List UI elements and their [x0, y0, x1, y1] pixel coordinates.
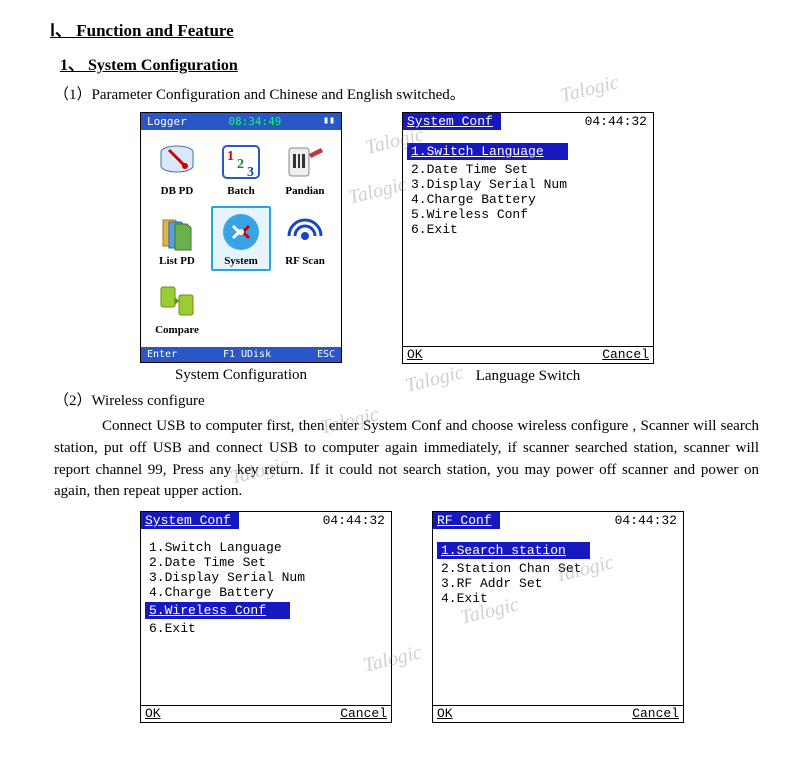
- para-wireless-configure: （2）Wireless configure: [54, 389, 763, 410]
- svg-text:3: 3: [247, 165, 254, 180]
- menu-clock: 04:44:32: [500, 512, 683, 529]
- menu-footer: OK Cancel: [403, 346, 653, 363]
- icon-grid: DB PD 123 Batch Pandian List PD System RF Scan…: [141, 130, 341, 347]
- text: Connect USB to computer first, then ente…: [54, 418, 759, 499]
- menu-item[interactable]: 4.Exit: [437, 590, 492, 607]
- app-label: RF Scan: [285, 256, 325, 268]
- list-pd-icon: [155, 210, 199, 254]
- heading-system-configuration: 1、 System Configuration: [60, 51, 763, 75]
- menu-item[interactable]: 1.Switch Language: [407, 143, 568, 160]
- menu-body: 1.Switch Language2.Date Time Set3.Displa…: [141, 530, 391, 705]
- app-pandian[interactable]: Pandian: [275, 136, 335, 202]
- menu-item[interactable]: 4.Charge Battery: [145, 584, 278, 601]
- menu-item[interactable]: 6.Exit: [145, 620, 200, 637]
- menu-title: RF Conf: [433, 512, 500, 529]
- app-label: Pandian: [285, 186, 324, 198]
- menu-header: System Conf 04:44:32: [141, 512, 391, 530]
- app-compare[interactable]: Compare: [147, 275, 207, 341]
- para-parameter-config: （1）Parameter Configuration and Chinese a…: [54, 83, 763, 104]
- menu-title: System Conf: [403, 113, 501, 130]
- menu-clock: 04:44:32: [239, 512, 391, 529]
- app-system[interactable]: System: [211, 206, 271, 272]
- signal-icon: ▮▮: [323, 115, 335, 128]
- pandian-icon: [283, 140, 327, 184]
- app-label: Compare: [155, 325, 199, 337]
- softkey-esc[interactable]: ESC: [317, 349, 335, 360]
- menu-system-conf-lang: System Conf 04:44:32 1.Switch Language2.…: [402, 112, 654, 364]
- caption-system-configuration: System Configuration: [140, 367, 342, 384]
- app-label: DB PD: [161, 186, 194, 198]
- menu-clock: 04:44:32: [501, 113, 653, 130]
- menu-title: System Conf: [141, 512, 239, 529]
- softkey-enter[interactable]: Enter: [147, 349, 177, 360]
- menu-system-conf-wireless: System Conf 04:44:32 1.Switch Language2.…: [140, 511, 392, 723]
- softkey-ok[interactable]: OK: [437, 706, 453, 721]
- app-label: System: [224, 256, 258, 268]
- menu-item[interactable]: 1.Search station: [437, 542, 590, 559]
- compare-icon: [155, 279, 199, 323]
- menu-item[interactable]: 6.Exit: [407, 221, 462, 238]
- db-pd-icon: [155, 140, 199, 184]
- softkey-cancel[interactable]: Cancel: [602, 347, 649, 362]
- app-db-pd[interactable]: DB PD: [147, 136, 207, 202]
- text: （1）Parameter Configuration and Chinese a…: [54, 87, 465, 103]
- app-label: Batch: [227, 186, 255, 198]
- app-batch[interactable]: 123 Batch: [211, 136, 271, 202]
- batch-icon: 123: [219, 140, 263, 184]
- menu-item[interactable]: 5.Wireless Conf: [145, 602, 290, 619]
- svg-text:2: 2: [237, 157, 244, 172]
- softkey-ok[interactable]: OK: [407, 347, 423, 362]
- app-list-pd[interactable]: List PD: [147, 206, 207, 272]
- device-footer: Enter F1 UDisk ESC: [141, 347, 341, 362]
- softkey-cancel[interactable]: Cancel: [632, 706, 679, 721]
- heading-function-feature: Ⅰ、 Function and Feature: [50, 16, 763, 41]
- device-header-left: Logger: [147, 115, 187, 128]
- softkey-ok[interactable]: OK: [145, 706, 161, 721]
- menu-header: RF Conf 04:44:32: [433, 512, 683, 530]
- menu-body: 1.Switch Language2.Date Time Set3.Displa…: [403, 131, 653, 346]
- rf-scan-icon: [283, 210, 327, 254]
- menu-header: System Conf 04:44:32: [403, 113, 653, 131]
- menu-footer: OK Cancel: [141, 705, 391, 722]
- menu-footer: OK Cancel: [433, 705, 683, 722]
- device-home-screen: Logger 08:34:49 ▮▮ DB PD 123 Batch Pandian L…: [140, 112, 342, 363]
- svg-text:1: 1: [227, 149, 234, 164]
- app-label: List PD: [159, 256, 195, 268]
- device-clock: 08:34:49: [228, 115, 281, 128]
- system-icon: [219, 210, 263, 254]
- device-header: Logger 08:34:49 ▮▮: [141, 113, 341, 130]
- menu-rf-conf: RF Conf 04:44:32 1.Search station2.Stati…: [432, 511, 684, 723]
- softkey-f1[interactable]: F1 UDisk: [223, 349, 271, 360]
- body-wireless-instructions: Connect USB to computer first, then ente…: [54, 416, 759, 503]
- menu-body: 1.Search station2.Station Chan Set3.RF A…: [433, 530, 683, 705]
- softkey-cancel[interactable]: Cancel: [340, 706, 387, 721]
- caption-language-switch: Language Switch: [402, 368, 654, 385]
- app-rf-scan[interactable]: RF Scan: [275, 206, 335, 272]
